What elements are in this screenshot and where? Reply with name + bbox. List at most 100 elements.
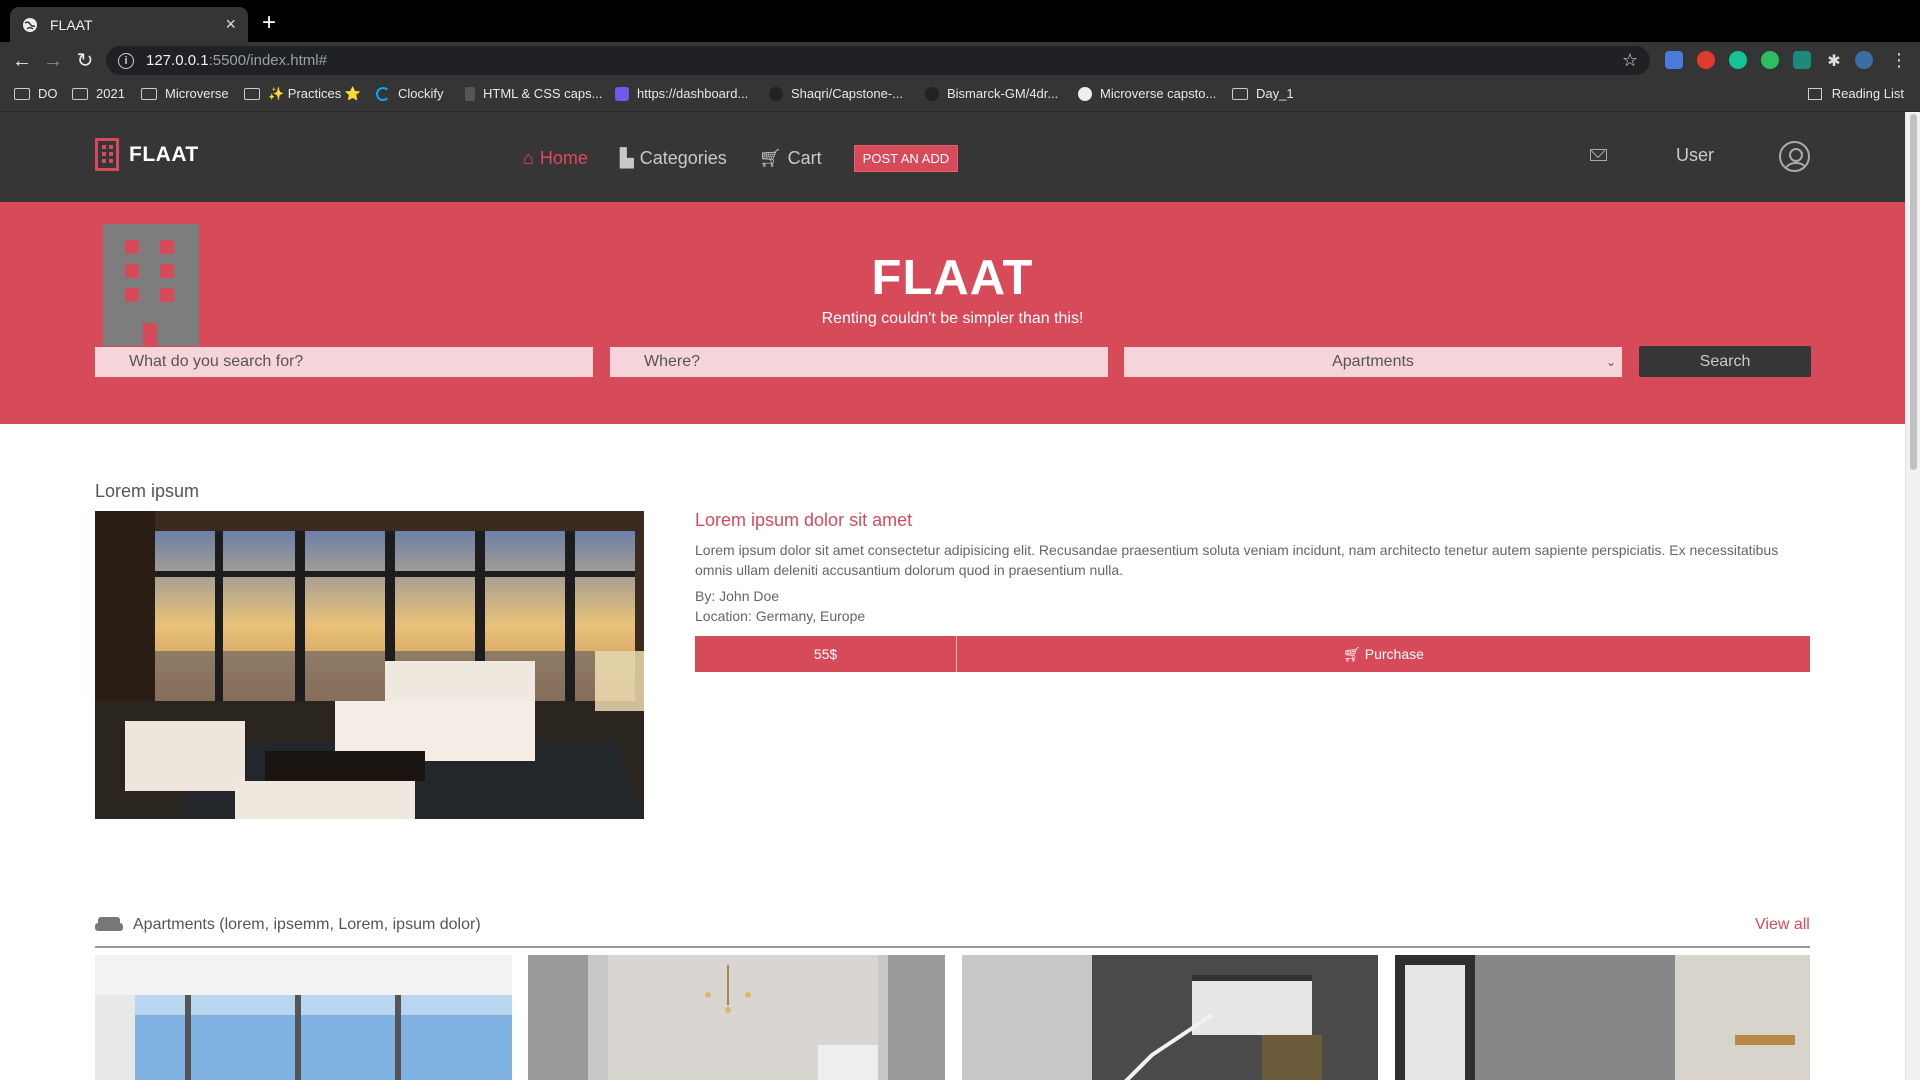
- category-selected-value: Apartments: [1332, 353, 1414, 370]
- home-icon: ⌂: [523, 148, 534, 168]
- mail-icon[interactable]: [1590, 149, 1607, 161]
- url-host: 127.0.0.1: [146, 52, 209, 69]
- site-logo[interactable]: FLAAT: [95, 138, 199, 171]
- close-icon[interactable]: ×: [225, 14, 236, 35]
- apartment-card-image[interactable]: [95, 955, 512, 1080]
- bookmark-item[interactable]: Microverse capsto...: [1078, 86, 1216, 101]
- view-all-link[interactable]: View all: [1755, 916, 1810, 934]
- globe-icon: [1078, 86, 1092, 101]
- nav-item-categories[interactable]: ▙ Categories: [620, 148, 727, 169]
- brand-name: FLAAT: [129, 142, 199, 166]
- scrollbar-thumb[interactable]: [1910, 114, 1917, 470]
- main-nav: ⌂ Home ▙ Categories 🛒︎ Cart POST AN ADD: [523, 145, 959, 172]
- apartments-heading: Apartments (lorem, ipsemm, Lorem, ipsum …: [95, 916, 481, 934]
- github-icon: [769, 86, 783, 101]
- cart-icon: 🛒︎: [758, 148, 782, 168]
- translate-extension-icon[interactable]: [1665, 51, 1683, 69]
- globe-icon: [23, 17, 37, 32]
- page-scrollbar[interactable]: [1905, 112, 1920, 1080]
- purchase-label: Purchase: [1364, 646, 1424, 662]
- dictionary-extension-icon[interactable]: [1793, 51, 1811, 69]
- extensions-puzzle-icon[interactable]: ✱: [1825, 51, 1843, 70]
- folder-icon: [244, 88, 260, 100]
- grammarly-extension-icon[interactable]: [1729, 51, 1747, 69]
- bookmark-item[interactable]: Day_1: [1232, 86, 1294, 101]
- folder-icon: [72, 87, 88, 100]
- forward-arrow-icon[interactable]: →: [41, 49, 65, 73]
- bookmark-label: DO: [38, 86, 58, 101]
- reading-list-label: Reading List: [1831, 86, 1904, 101]
- bookmark-item[interactable]: Clockify: [376, 86, 444, 101]
- bookmarks-bar: DO 2021 Microverse ✨ Practices ⭐ Clockif…: [0, 79, 1920, 112]
- bookmark-item[interactable]: 2021: [72, 86, 125, 101]
- purchase-button[interactable]: 🛒︎ Purchase: [957, 636, 1810, 672]
- location-input[interactable]: Where?: [610, 347, 1108, 377]
- browser-tabstrip: FLAAT × +: [0, 0, 1920, 42]
- info-icon[interactable]: i: [118, 52, 134, 69]
- tab-title: FLAAT: [50, 16, 93, 33]
- featured-description: Lorem ipsum dolor sit amet consectetur a…: [695, 542, 1779, 578]
- bookmark-item[interactable]: HTML & CSS caps...: [465, 86, 602, 101]
- folder-icon: [14, 87, 30, 100]
- apartment-card-image[interactable]: [962, 955, 1378, 1080]
- featured-title[interactable]: Lorem ipsum dolor sit amet: [695, 510, 912, 531]
- bookmark-item[interactable]: DO: [14, 86, 58, 101]
- nav-label: Cart: [787, 148, 822, 168]
- dashboard-icon: [615, 86, 629, 101]
- bookmark-star-icon[interactable]: ☆: [1622, 50, 1638, 71]
- browser-tab[interactable]: FLAAT ×: [10, 7, 248, 42]
- chevron-down-icon: ⌄: [1605, 355, 1616, 369]
- profile-avatar[interactable]: [1855, 51, 1873, 69]
- nav-item-home[interactable]: ⌂ Home: [523, 148, 588, 169]
- reading-list-icon: [1807, 87, 1822, 100]
- search-input[interactable]: What do you search for?: [95, 347, 593, 377]
- featured-author: By: John Doe: [695, 588, 780, 604]
- section-divider: [95, 946, 1810, 948]
- bookmark-item[interactable]: Bismarck-GM/4dr...: [925, 86, 1058, 101]
- bookmark-item[interactable]: Shaqri/Capstone-...: [769, 86, 903, 101]
- address-bar[interactable]: i 127.0.0.1:5500/index.html# ☆: [106, 46, 1650, 75]
- bookmark-label: Day_1: [1256, 86, 1294, 101]
- page-viewport: FLAAT ⌂ Home ▙ Categories 🛒︎ Cart POST A…: [0, 112, 1920, 1080]
- user-link[interactable]: User: [1676, 145, 1714, 166]
- post-ad-button[interactable]: POST AN ADD: [853, 145, 959, 172]
- search-button[interactable]: Search: [1639, 346, 1811, 377]
- github-icon: [925, 86, 939, 101]
- bookmark-label: Bismarck-GM/4dr...: [947, 86, 1059, 101]
- folder-icon: [1232, 87, 1248, 100]
- bookmark-item[interactable]: Microverse: [141, 86, 229, 101]
- bookmark-label: ✨ Practices ⭐: [268, 86, 362, 101]
- featured-listing-image[interactable]: [95, 511, 644, 819]
- folder-icon: [141, 87, 157, 100]
- back-arrow-icon[interactable]: ←: [10, 49, 34, 73]
- category-select[interactable]: Apartments ⌄: [1124, 347, 1622, 377]
- nav-label: Categories: [639, 148, 727, 168]
- bookmark-label: 2021: [96, 86, 125, 101]
- browser-menu-icon[interactable]: ⋮: [1890, 51, 1908, 69]
- hero-subtitle: Renting couldn't be simpler than this!: [821, 310, 1084, 327]
- cart-icon: 🛒︎: [1343, 646, 1361, 662]
- bookmark-label: https://dashboard...: [637, 86, 749, 101]
- new-tab-button[interactable]: +: [262, 11, 276, 35]
- bookmark-label: Shaqri/Capstone-...: [791, 86, 904, 101]
- evernote-extension-icon[interactable]: [1761, 51, 1779, 69]
- reload-icon[interactable]: ↻: [73, 49, 97, 73]
- bookmark-item[interactable]: ✨ Practices ⭐: [244, 86, 361, 102]
- building-icon: [95, 138, 119, 171]
- bookmark-label: Clockify: [398, 86, 444, 101]
- reading-list-button[interactable]: Reading List: [1807, 86, 1904, 101]
- apartment-card-image[interactable]: [528, 955, 945, 1080]
- hero-title: FLAAT: [871, 251, 1034, 305]
- apartment-card-image[interactable]: [1395, 955, 1810, 1080]
- clockify-icon: [376, 86, 390, 101]
- bookmark-label: Microverse capsto...: [1100, 86, 1217, 101]
- bookmark-item[interactable]: https://dashboard...: [615, 86, 748, 101]
- bookmark-label: HTML & CSS caps...: [483, 86, 603, 101]
- site-header: FLAAT ⌂ Home ▙ Categories 🛒︎ Cart POST A…: [0, 112, 1905, 202]
- browser-toolbar: ← → ↻ i 127.0.0.1:5500/index.html# ☆ ✱ ⋮: [0, 42, 1920, 79]
- adblock-extension-icon[interactable]: [1697, 51, 1715, 69]
- doc-icon: [465, 86, 475, 101]
- user-avatar-icon[interactable]: [1779, 141, 1810, 172]
- nav-item-cart[interactable]: 🛒︎ Cart: [759, 148, 822, 169]
- url-path: :5500/index.html#: [208, 52, 327, 69]
